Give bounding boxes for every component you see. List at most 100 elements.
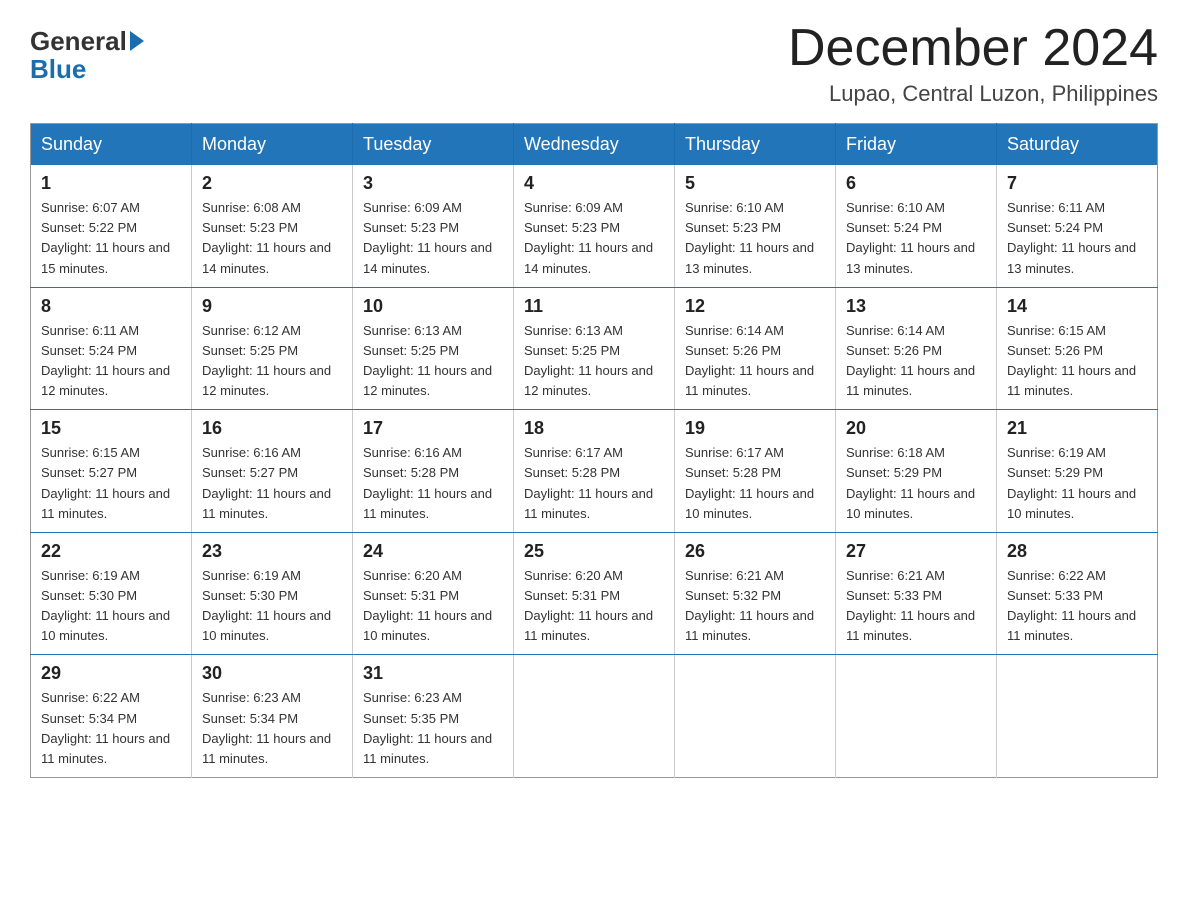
- day-number: 30: [202, 663, 342, 684]
- day-info: Sunrise: 6:20 AMSunset: 5:31 PMDaylight:…: [363, 566, 503, 647]
- day-info: Sunrise: 6:14 AMSunset: 5:26 PMDaylight:…: [846, 321, 986, 402]
- day-of-week-wednesday: Wednesday: [514, 124, 675, 166]
- day-number: 2: [202, 173, 342, 194]
- day-info: Sunrise: 6:14 AMSunset: 5:26 PMDaylight:…: [685, 321, 825, 402]
- table-row: 6Sunrise: 6:10 AMSunset: 5:24 PMDaylight…: [836, 165, 997, 287]
- day-info: Sunrise: 6:10 AMSunset: 5:23 PMDaylight:…: [685, 198, 825, 279]
- days-header-row: SundayMondayTuesdayWednesdayThursdayFrid…: [31, 124, 1158, 166]
- day-number: 11: [524, 296, 664, 317]
- table-row: 23 Sunrise: 6:19 AMSunset: 5:30 PMDayligh…: [192, 532, 353, 655]
- title-section: December 2024 Lupao, Central Luzon, Phil…: [788, 20, 1158, 107]
- day-info: Sunrise: 6:19 AMSunset: 5:29 PMDaylight:…: [1007, 443, 1147, 524]
- day-info: Sunrise: 6:15 AMSunset: 5:26 PMDaylight:…: [1007, 321, 1147, 402]
- day-number: 7: [1007, 173, 1147, 194]
- day-info: Sunrise: 6:19 AMSunset: 5:30 PMDaylight:…: [202, 566, 342, 647]
- day-info: Sunrise: 6:21 AMSunset: 5:32 PMDaylight:…: [685, 566, 825, 647]
- calendar-week-row: 1Sunrise: 6:07 AMSunset: 5:22 PMDaylight…: [31, 165, 1158, 287]
- day-info: Sunrise: 6:19 AMSunset: 5:30 PMDaylight:…: [41, 566, 181, 647]
- table-row: 4Sunrise: 6:09 AMSunset: 5:23 PMDaylight…: [514, 165, 675, 287]
- table-row: 28 Sunrise: 6:22 AMSunset: 5:33 PMDayligh…: [997, 532, 1158, 655]
- day-number: 19: [685, 418, 825, 439]
- day-number: 28: [1007, 541, 1147, 562]
- table-row: 2 Sunrise: 6:08 AMSunset: 5:23 PMDaylight…: [192, 165, 353, 287]
- table-row: 16Sunrise: 6:16 AMSunset: 5:27 PMDayligh…: [192, 410, 353, 533]
- day-number: 14: [1007, 296, 1147, 317]
- day-of-week-tuesday: Tuesday: [353, 124, 514, 166]
- day-info: Sunrise: 6:22 AMSunset: 5:34 PMDaylight:…: [41, 688, 181, 769]
- day-info: Sunrise: 6:10 AMSunset: 5:24 PMDaylight:…: [846, 198, 986, 279]
- table-row: 21 Sunrise: 6:19 AMSunset: 5:29 PMDayligh…: [997, 410, 1158, 533]
- table-row: 12 Sunrise: 6:14 AMSunset: 5:26 PMDayligh…: [675, 287, 836, 410]
- day-of-week-thursday: Thursday: [675, 124, 836, 166]
- table-row: 3 Sunrise: 6:09 AMSunset: 5:23 PMDaylight…: [353, 165, 514, 287]
- calendar-week-row: 8 Sunrise: 6:11 AMSunset: 5:24 PMDaylight…: [31, 287, 1158, 410]
- day-info: Sunrise: 6:11 AMSunset: 5:24 PMDaylight:…: [1007, 198, 1147, 279]
- table-row: 9Sunrise: 6:12 AMSunset: 5:25 PMDaylight…: [192, 287, 353, 410]
- table-row: 5Sunrise: 6:10 AMSunset: 5:23 PMDaylight…: [675, 165, 836, 287]
- day-info: Sunrise: 6:09 AMSunset: 5:23 PMDaylight:…: [363, 198, 503, 279]
- day-of-week-friday: Friday: [836, 124, 997, 166]
- table-row: 29 Sunrise: 6:22 AMSunset: 5:34 PMDayligh…: [31, 655, 192, 778]
- day-number: 8: [41, 296, 181, 317]
- day-number: 17: [363, 418, 503, 439]
- calendar-table: SundayMondayTuesdayWednesdayThursdayFrid…: [30, 123, 1158, 778]
- day-info: Sunrise: 6:18 AMSunset: 5:29 PMDaylight:…: [846, 443, 986, 524]
- day-number: 27: [846, 541, 986, 562]
- table-row: 27 Sunrise: 6:21 AMSunset: 5:33 PMDayligh…: [836, 532, 997, 655]
- table-row: 17Sunrise: 6:16 AMSunset: 5:28 PMDayligh…: [353, 410, 514, 533]
- table-row: [997, 655, 1158, 778]
- day-of-week-sunday: Sunday: [31, 124, 192, 166]
- day-info: Sunrise: 6:22 AMSunset: 5:33 PMDaylight:…: [1007, 566, 1147, 647]
- day-number: 24: [363, 541, 503, 562]
- day-info: Sunrise: 6:17 AMSunset: 5:28 PMDaylight:…: [524, 443, 664, 524]
- month-title: December 2024: [788, 20, 1158, 77]
- day-info: Sunrise: 6:11 AMSunset: 5:24 PMDaylight:…: [41, 321, 181, 402]
- day-number: 15: [41, 418, 181, 439]
- day-number: 12: [685, 296, 825, 317]
- logo-general-text: General: [30, 28, 127, 54]
- day-number: 29: [41, 663, 181, 684]
- table-row: 15 Sunrise: 6:15 AMSunset: 5:27 PMDayligh…: [31, 410, 192, 533]
- day-number: 23: [202, 541, 342, 562]
- table-row: [836, 655, 997, 778]
- day-info: Sunrise: 6:17 AMSunset: 5:28 PMDaylight:…: [685, 443, 825, 524]
- day-number: 25: [524, 541, 664, 562]
- day-info: Sunrise: 6:15 AMSunset: 5:27 PMDaylight:…: [41, 443, 181, 524]
- day-info: Sunrise: 6:21 AMSunset: 5:33 PMDaylight:…: [846, 566, 986, 647]
- table-row: [675, 655, 836, 778]
- location-text: Lupao, Central Luzon, Philippines: [788, 81, 1158, 107]
- table-row: 24 Sunrise: 6:20 AMSunset: 5:31 PMDayligh…: [353, 532, 514, 655]
- table-row: 20 Sunrise: 6:18 AMSunset: 5:29 PMDayligh…: [836, 410, 997, 533]
- day-of-week-monday: Monday: [192, 124, 353, 166]
- day-number: 20: [846, 418, 986, 439]
- day-of-week-saturday: Saturday: [997, 124, 1158, 166]
- day-number: 18: [524, 418, 664, 439]
- day-number: 9: [202, 296, 342, 317]
- day-number: 31: [363, 663, 503, 684]
- logo-blue-text: Blue: [30, 54, 86, 85]
- table-row: 30 Sunrise: 6:23 AMSunset: 5:34 PMDayligh…: [192, 655, 353, 778]
- day-info: Sunrise: 6:16 AMSunset: 5:27 PMDaylight:…: [202, 443, 342, 524]
- day-number: 4: [524, 173, 664, 194]
- calendar-week-row: 22Sunrise: 6:19 AMSunset: 5:30 PMDayligh…: [31, 532, 1158, 655]
- table-row: 31Sunrise: 6:23 AMSunset: 5:35 PMDayligh…: [353, 655, 514, 778]
- day-number: 3: [363, 173, 503, 194]
- calendar-week-row: 15 Sunrise: 6:15 AMSunset: 5:27 PMDayligh…: [31, 410, 1158, 533]
- table-row: 14 Sunrise: 6:15 AMSunset: 5:26 PMDayligh…: [997, 287, 1158, 410]
- day-info: Sunrise: 6:23 AMSunset: 5:34 PMDaylight:…: [202, 688, 342, 769]
- day-number: 13: [846, 296, 986, 317]
- day-number: 10: [363, 296, 503, 317]
- day-info: Sunrise: 6:13 AMSunset: 5:25 PMDaylight:…: [363, 321, 503, 402]
- day-info: Sunrise: 6:13 AMSunset: 5:25 PMDaylight:…: [524, 321, 664, 402]
- day-info: Sunrise: 6:20 AMSunset: 5:31 PMDaylight:…: [524, 566, 664, 647]
- day-info: Sunrise: 6:08 AMSunset: 5:23 PMDaylight:…: [202, 198, 342, 279]
- table-row: 7 Sunrise: 6:11 AMSunset: 5:24 PMDaylight…: [997, 165, 1158, 287]
- day-info: Sunrise: 6:07 AMSunset: 5:22 PMDaylight:…: [41, 198, 181, 279]
- table-row: 22Sunrise: 6:19 AMSunset: 5:30 PMDayligh…: [31, 532, 192, 655]
- table-row: 11 Sunrise: 6:13 AMSunset: 5:25 PMDayligh…: [514, 287, 675, 410]
- table-row: 25 Sunrise: 6:20 AMSunset: 5:31 PMDayligh…: [514, 532, 675, 655]
- table-row: 13 Sunrise: 6:14 AMSunset: 5:26 PMDayligh…: [836, 287, 997, 410]
- day-number: 26: [685, 541, 825, 562]
- day-number: 21: [1007, 418, 1147, 439]
- table-row: [514, 655, 675, 778]
